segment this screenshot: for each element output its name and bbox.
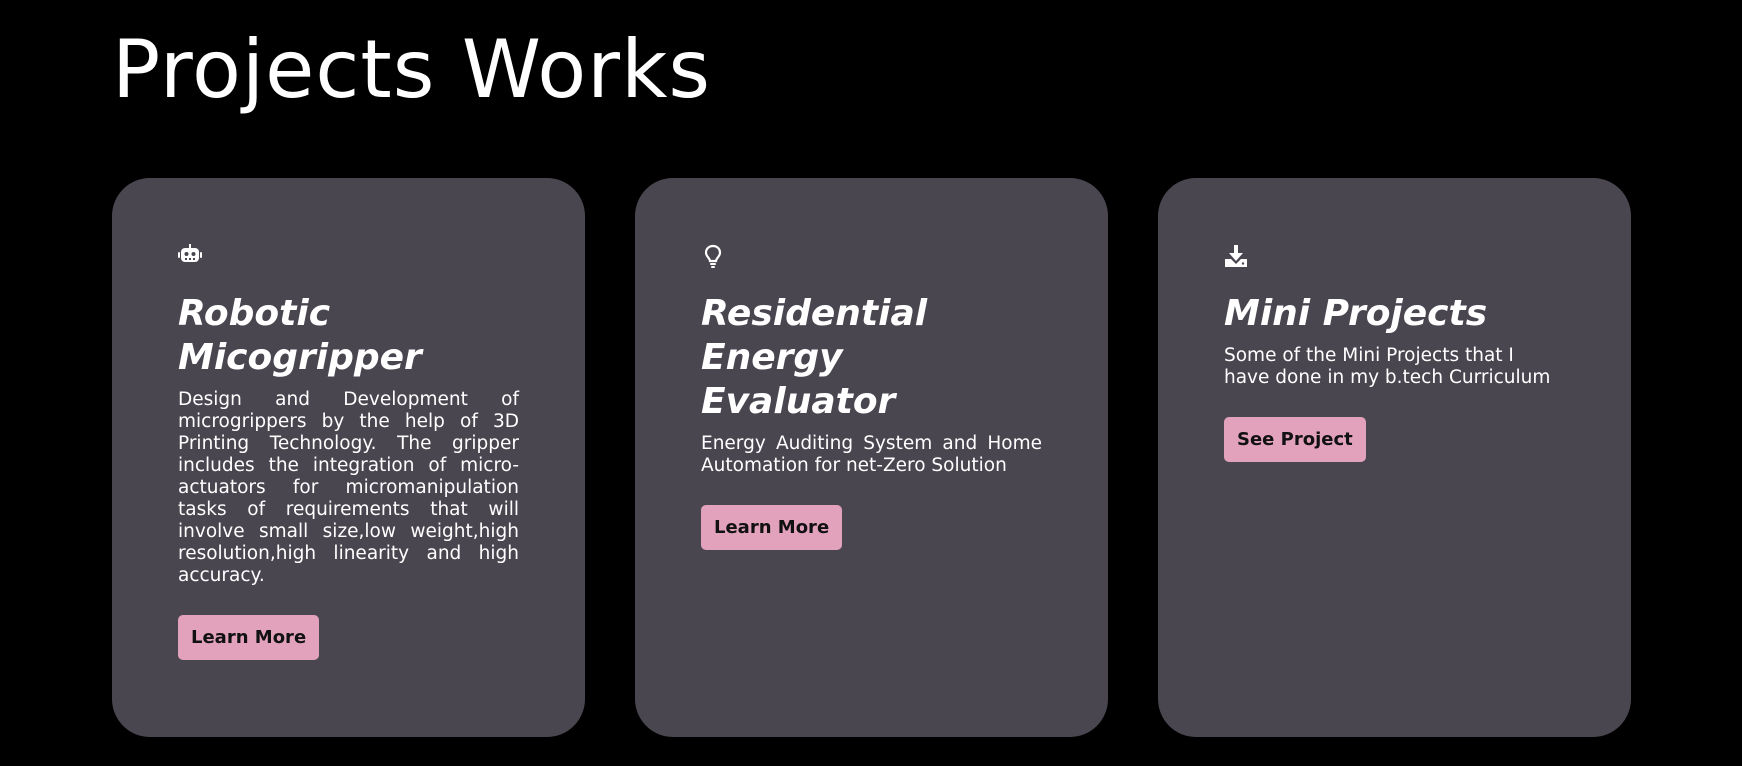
see-project-button[interactable]: See Project bbox=[1224, 417, 1366, 462]
learn-more-button[interactable]: Learn More bbox=[701, 505, 843, 550]
card-title: Robotic Micogripper bbox=[178, 293, 422, 378]
project-cards: Robotic Micogripper Design and Developme… bbox=[112, 178, 1631, 737]
download-icon bbox=[1225, 245, 1247, 267]
card-description: Some of the Mini Projects that I have do… bbox=[1224, 345, 1551, 388]
page-title: Projects Works bbox=[112, 23, 712, 116]
project-card-robotic-microgripper: Robotic Micogripper Design and Developme… bbox=[112, 178, 585, 737]
card-title: Mini Projects bbox=[1224, 293, 1488, 334]
project-card-mini-projects: Mini Projects Some of the Mini Projects … bbox=[1158, 178, 1631, 737]
card-title: Residential Energy Evaluator bbox=[701, 293, 928, 422]
card-description: Energy Auditing System and Home Automati… bbox=[701, 433, 1042, 476]
robot-icon bbox=[178, 244, 202, 262]
project-card-energy-evaluator: Residential Energy Evaluator Energy Audi… bbox=[635, 178, 1108, 737]
learn-more-button[interactable]: Learn More bbox=[178, 615, 320, 660]
lightbulb-icon bbox=[704, 244, 722, 268]
card-description: Design and Development of microgrippers … bbox=[178, 389, 519, 586]
